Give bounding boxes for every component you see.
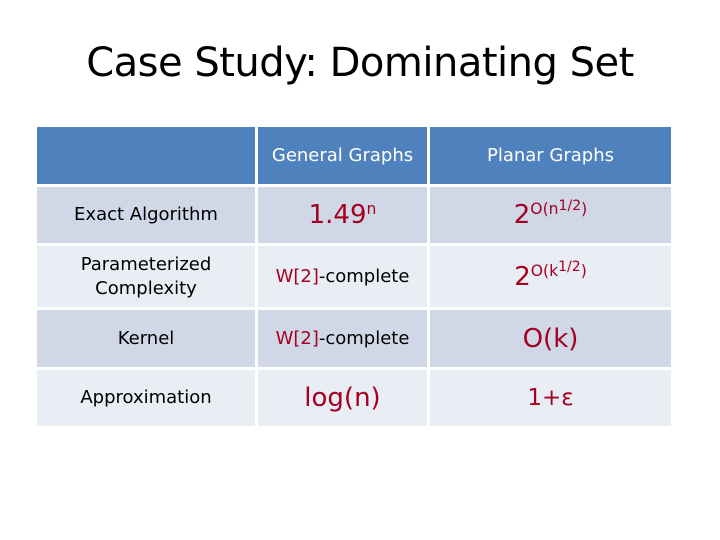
slide-title: Case Study: Dominating Set <box>86 40 634 86</box>
exponent-prefix: O(n <box>530 200 559 219</box>
table-row: Exact Algorithm 1.49n 2O(n1/2) <box>37 187 671 246</box>
header-empty-cell <box>37 127 258 187</box>
header-planar-graphs: Planar Graphs <box>430 127 671 187</box>
cell-exact-general: 1.49n <box>258 187 430 246</box>
exponent: n <box>366 200 377 219</box>
table-row: Approximation log(n) 1+ε <box>37 370 671 426</box>
cell-exact-planar: 2O(n1/2) <box>430 187 671 246</box>
label-line-2: Complexity <box>95 277 197 299</box>
cell-kernel-general: W[2]-complete <box>258 310 430 370</box>
label-line-1: Parameterized <box>80 254 212 276</box>
table-row: Kernel W[2]-complete O(k) <box>37 310 671 370</box>
cell-parameterized-general: W[2]-complete <box>258 246 430 310</box>
row-label-approximation: Approximation <box>37 370 258 426</box>
header-general-graphs: General Graphs <box>258 127 430 187</box>
exponent-suffix: ) <box>580 261 587 280</box>
exponent-prefix: O(k <box>530 261 559 280</box>
exponent: O(n1/2) <box>530 197 588 219</box>
exponent: O(k1/2) <box>530 259 587 280</box>
exponent-inner: 1/2 <box>558 197 582 214</box>
row-label-kernel: Kernel <box>37 310 258 370</box>
cell-approximation-planar: 1+ε <box>430 370 671 426</box>
cell-parameterized-planar: 2O(k1/2) <box>430 246 671 310</box>
base: 1.49 <box>308 200 367 230</box>
table-row: Parameterized Complexity W[2]-complete 2O… <box>37 246 671 310</box>
cell-approximation-general: log(n) <box>258 370 430 426</box>
table-header-row: General Graphs Planar Graphs <box>37 127 671 187</box>
black-part: -complete <box>318 328 410 349</box>
row-label-exact-algorithm: Exact Algorithm <box>37 187 258 246</box>
red-part: W[2] <box>275 266 319 287</box>
comparison-table: General Graphs Planar Graphs Exact Algor… <box>37 127 671 426</box>
base: 2 <box>513 200 531 230</box>
exponent-suffix: ) <box>581 200 588 219</box>
row-label-parameterized-complexity: Parameterized Complexity <box>37 246 258 310</box>
exponent-inner: 1/2 <box>558 259 581 276</box>
red-part: W[2] <box>275 328 319 349</box>
black-part: -complete <box>318 266 410 287</box>
cell-kernel-planar: O(k) <box>430 310 671 370</box>
base: 2 <box>514 261 531 292</box>
